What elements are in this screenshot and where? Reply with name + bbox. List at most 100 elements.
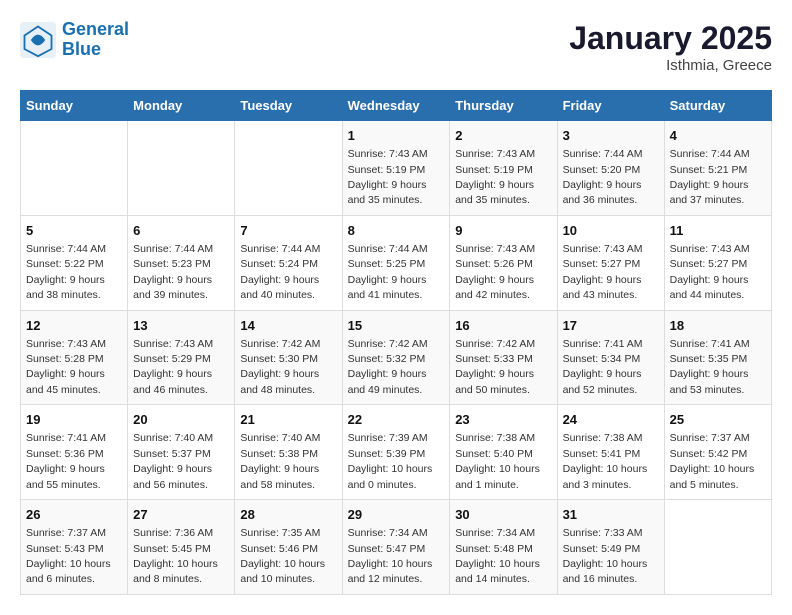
calendar-cell: [128, 121, 235, 216]
calendar-cell: 27 Sunrise: 7:36 AM Sunset: 5:45 PM Dayli…: [128, 500, 235, 595]
day-number: 18: [670, 317, 766, 335]
day-info: Sunrise: 7:39 AM Sunset: 5:39 PM Dayligh…: [348, 432, 433, 490]
page-header: General Blue January 2025 Isthmia, Greec…: [20, 20, 772, 74]
day-info: Sunrise: 7:44 AM Sunset: 5:22 PM Dayligh…: [26, 243, 106, 301]
day-number: 19: [26, 411, 122, 429]
day-number: 21: [240, 411, 336, 429]
day-info: Sunrise: 7:33 AM Sunset: 5:49 PM Dayligh…: [563, 527, 648, 585]
day-info: Sunrise: 7:41 AM Sunset: 5:34 PM Dayligh…: [563, 338, 643, 396]
day-number: 20: [133, 411, 229, 429]
day-info: Sunrise: 7:36 AM Sunset: 5:45 PM Dayligh…: [133, 527, 218, 585]
day-header-saturday: Saturday: [664, 91, 771, 121]
calendar-cell: [664, 500, 771, 595]
calendar-table: SundayMondayTuesdayWednesdayThursdayFrid…: [20, 90, 772, 595]
calendar-cell: 18 Sunrise: 7:41 AM Sunset: 5:35 PM Dayli…: [664, 310, 771, 405]
day-header-friday: Friday: [557, 91, 664, 121]
logo-line2: Blue: [62, 39, 101, 59]
day-info: Sunrise: 7:43 AM Sunset: 5:28 PM Dayligh…: [26, 338, 106, 396]
day-number: 14: [240, 317, 336, 335]
day-info: Sunrise: 7:44 AM Sunset: 5:20 PM Dayligh…: [563, 148, 643, 206]
calendar-cell: 5Sunrise: 7:44 AM Sunset: 5:22 PM Daylig…: [21, 215, 128, 310]
day-info: Sunrise: 7:35 AM Sunset: 5:46 PM Dayligh…: [240, 527, 325, 585]
day-header-wednesday: Wednesday: [342, 91, 450, 121]
day-info: Sunrise: 7:43 AM Sunset: 5:27 PM Dayligh…: [670, 243, 750, 301]
day-number: 15: [348, 317, 445, 335]
calendar-cell: 4 Sunrise: 7:44 AM Sunset: 5:21 PM Daylig…: [664, 121, 771, 216]
day-info: Sunrise: 7:41 AM Sunset: 5:35 PM Dayligh…: [670, 338, 750, 396]
month-title: January 2025: [569, 20, 772, 57]
day-number: 29: [348, 506, 445, 524]
title-block: January 2025 Isthmia, Greece: [569, 20, 772, 74]
week-row-3: 12 Sunrise: 7:43 AM Sunset: 5:28 PM Dayli…: [21, 310, 772, 405]
logo-text: General Blue: [62, 20, 129, 60]
day-number: 1: [348, 127, 445, 145]
calendar-cell: 29 Sunrise: 7:34 AM Sunset: 5:47 PM Dayli…: [342, 500, 450, 595]
calendar-cell: 30 Sunrise: 7:34 AM Sunset: 5:48 PM Dayli…: [450, 500, 557, 595]
day-number: 3: [563, 127, 659, 145]
calendar-cell: 20 Sunrise: 7:40 AM Sunset: 5:37 PM Dayli…: [128, 405, 235, 500]
calendar-cell: 13 Sunrise: 7:43 AM Sunset: 5:29 PM Dayli…: [128, 310, 235, 405]
day-number: 13: [133, 317, 229, 335]
day-info: Sunrise: 7:43 AM Sunset: 5:19 PM Dayligh…: [455, 148, 535, 206]
day-info: Sunrise: 7:40 AM Sunset: 5:37 PM Dayligh…: [133, 432, 213, 490]
calendar-cell: 21 Sunrise: 7:40 AM Sunset: 5:38 PM Dayli…: [235, 405, 342, 500]
day-number: 6: [133, 222, 229, 240]
week-row-2: 5Sunrise: 7:44 AM Sunset: 5:22 PM Daylig…: [21, 215, 772, 310]
day-info: Sunrise: 7:43 AM Sunset: 5:19 PM Dayligh…: [348, 148, 428, 206]
day-info: Sunrise: 7:44 AM Sunset: 5:21 PM Dayligh…: [670, 148, 750, 206]
day-info: Sunrise: 7:34 AM Sunset: 5:47 PM Dayligh…: [348, 527, 433, 585]
day-number: 27: [133, 506, 229, 524]
week-row-4: 19 Sunrise: 7:41 AM Sunset: 5:36 PM Dayli…: [21, 405, 772, 500]
day-number: 4: [670, 127, 766, 145]
day-number: 28: [240, 506, 336, 524]
day-number: 23: [455, 411, 551, 429]
day-number: 30: [455, 506, 551, 524]
day-number: 26: [26, 506, 122, 524]
day-header-thursday: Thursday: [450, 91, 557, 121]
day-info: Sunrise: 7:41 AM Sunset: 5:36 PM Dayligh…: [26, 432, 106, 490]
day-info: Sunrise: 7:43 AM Sunset: 5:29 PM Dayligh…: [133, 338, 213, 396]
calendar-cell: 11 Sunrise: 7:43 AM Sunset: 5:27 PM Dayli…: [664, 215, 771, 310]
calendar-cell: 31Sunrise: 7:33 AM Sunset: 5:49 PM Dayli…: [557, 500, 664, 595]
logo-line1: General: [62, 19, 129, 39]
day-header-sunday: Sunday: [21, 91, 128, 121]
calendar-cell: 17Sunrise: 7:41 AM Sunset: 5:34 PM Dayli…: [557, 310, 664, 405]
calendar-cell: 16 Sunrise: 7:42 AM Sunset: 5:33 PM Dayli…: [450, 310, 557, 405]
day-info: Sunrise: 7:37 AM Sunset: 5:43 PM Dayligh…: [26, 527, 111, 585]
day-header-tuesday: Tuesday: [235, 91, 342, 121]
day-number: 25: [670, 411, 766, 429]
day-info: Sunrise: 7:38 AM Sunset: 5:40 PM Dayligh…: [455, 432, 540, 490]
calendar-cell: 22Sunrise: 7:39 AM Sunset: 5:39 PM Dayli…: [342, 405, 450, 500]
calendar-cell: 15 Sunrise: 7:42 AM Sunset: 5:32 PM Dayli…: [342, 310, 450, 405]
day-number: 10: [563, 222, 659, 240]
day-info: Sunrise: 7:44 AM Sunset: 5:23 PM Dayligh…: [133, 243, 213, 301]
logo: General Blue: [20, 20, 129, 60]
day-info: Sunrise: 7:38 AM Sunset: 5:41 PM Dayligh…: [563, 432, 648, 490]
day-number: 12: [26, 317, 122, 335]
calendar-cell: 9Sunrise: 7:43 AM Sunset: 5:26 PM Daylig…: [450, 215, 557, 310]
day-info: Sunrise: 7:40 AM Sunset: 5:38 PM Dayligh…: [240, 432, 320, 490]
location: Isthmia, Greece: [569, 57, 772, 74]
day-info: Sunrise: 7:42 AM Sunset: 5:32 PM Dayligh…: [348, 338, 428, 396]
calendar-cell: 25Sunrise: 7:37 AM Sunset: 5:42 PM Dayli…: [664, 405, 771, 500]
day-number: 24: [563, 411, 659, 429]
calendar-cell: [235, 121, 342, 216]
day-number: 11: [670, 222, 766, 240]
calendar-cell: 8Sunrise: 7:44 AM Sunset: 5:25 PM Daylig…: [342, 215, 450, 310]
calendar-cell: 1 Sunrise: 7:43 AM Sunset: 5:19 PM Daylig…: [342, 121, 450, 216]
day-number: 16: [455, 317, 551, 335]
calendar-cell: 10Sunrise: 7:43 AM Sunset: 5:27 PM Dayli…: [557, 215, 664, 310]
day-info: Sunrise: 7:42 AM Sunset: 5:33 PM Dayligh…: [455, 338, 535, 396]
day-number: 7: [240, 222, 336, 240]
calendar-cell: 12 Sunrise: 7:43 AM Sunset: 5:28 PM Dayli…: [21, 310, 128, 405]
day-info: Sunrise: 7:44 AM Sunset: 5:25 PM Dayligh…: [348, 243, 428, 301]
calendar-cell: 24 Sunrise: 7:38 AM Sunset: 5:41 PM Dayli…: [557, 405, 664, 500]
days-header-row: SundayMondayTuesdayWednesdayThursdayFrid…: [21, 91, 772, 121]
calendar-cell: 28 Sunrise: 7:35 AM Sunset: 5:46 PM Dayli…: [235, 500, 342, 595]
day-info: Sunrise: 7:34 AM Sunset: 5:48 PM Dayligh…: [455, 527, 540, 585]
calendar-cell: 26 Sunrise: 7:37 AM Sunset: 5:43 PM Dayli…: [21, 500, 128, 595]
calendar-cell: 2Sunrise: 7:43 AM Sunset: 5:19 PM Daylig…: [450, 121, 557, 216]
calendar-cell: [21, 121, 128, 216]
week-row-5: 26 Sunrise: 7:37 AM Sunset: 5:43 PM Dayli…: [21, 500, 772, 595]
day-info: Sunrise: 7:44 AM Sunset: 5:24 PM Dayligh…: [240, 243, 320, 301]
